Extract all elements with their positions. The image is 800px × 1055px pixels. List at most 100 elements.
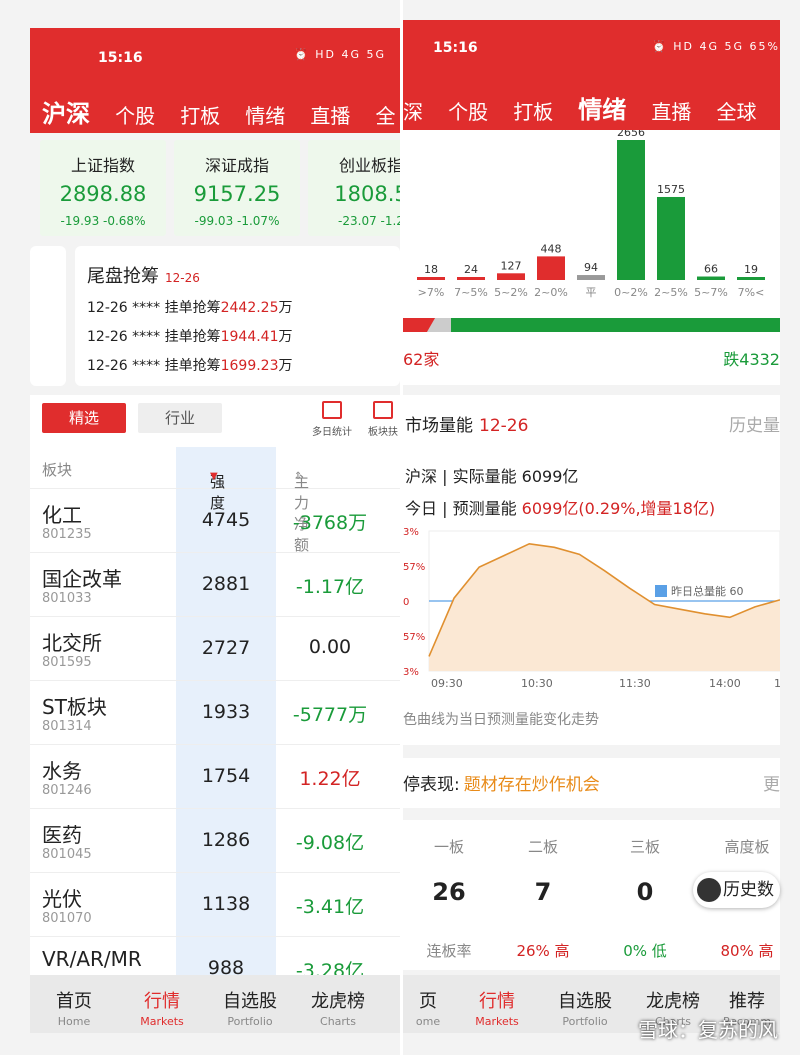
nav-tab-sentiment[interactable]: 情绪 [245,100,285,129]
index-name: 上证指数 [70,156,135,175]
left-screenshot: 15:16 ⏰ HD 4G 5G 沪深 个股 打板 情绪 直播 全 上证指数 2… [0,0,400,1055]
bottom-nav: 首页 Home 行情 Markets 自选股 Portfolio 龙虎榜 Charts [30,975,400,1033]
calendar-icon [697,878,721,902]
bar-category-label: 5~7% [694,286,728,299]
y-tick-label: 57% [403,562,425,573]
y-tick-label: 57% [403,632,425,643]
col-sector: 板块 [42,461,73,479]
table-row[interactable]: 化工 801235 4745 -3768万 [30,489,400,553]
nav-tab-live[interactable]: 直播 [651,96,691,125]
table-row[interactable]: 北交所 801595 2727 0.00 [30,617,400,681]
sector-name: ST板块 [42,695,107,719]
sector-strength: 2881 [201,573,251,595]
index-card-shanghai[interactable]: 上证指数 2898.88 -19.93 -0.68% [40,140,166,236]
right-screenshot: 15:16 ⏰ HD 4G 5G 65% 深 个股 打板 情绪 直播 全球 18… [403,0,800,1055]
bar [577,275,605,280]
index-change: -23.07 -1.2 [338,214,400,228]
nav-tab-stock[interactable]: 个股 [448,96,488,125]
limit-label: 停表现: [403,775,460,795]
history-button[interactable]: 历史数 [693,872,780,908]
index-card-chinext[interactable]: 创业板指 1808.5 -23.07 -1.2 [308,140,400,236]
nav-tab-daban[interactable]: 打板 [180,100,220,129]
bottom-tab-portfolio[interactable]: 自选股 Portfolio [541,975,629,1028]
sector-strength: 2727 [201,637,251,659]
tab-industry[interactable]: 行业 [138,403,222,433]
bar [737,277,765,280]
grid-value-1: 26 [432,878,466,906]
status-icons: ⏰ HD 4G 5G 65% [652,40,780,53]
sector-name: VR/AR/MR [42,947,142,971]
sector-name: 光伏 [42,887,82,911]
bar-category-label: 平 [586,286,597,299]
bar-value-label: 1575 [657,183,685,196]
nav-tab-hushen[interactable]: 沪深 [42,94,90,129]
watermark: 雪球：复苏的风 [638,1018,778,1042]
sector-table: 板块 强度 ▼ 主力净额 ⇕ 化工 801235 4745 -3768万 国企改革 8… [30,447,400,1001]
bar-value-label: 448 [541,242,562,255]
limit-more-link[interactable]: 更 [763,770,780,795]
sector-strength: 1754 [201,765,251,787]
tail-grab-card[interactable]: 尾盘抢筹 12-26 12-26 **** 挂单抢筹2442.25万 12-26 … [75,246,400,386]
sector-support-button[interactable]: 板块扶 [368,401,398,438]
grid-value-2: 7 [534,878,552,906]
rate-4: 80% 高 [720,942,774,960]
up-down-ratio-bar [403,318,780,332]
bar [497,273,525,280]
bottom-tab-markets[interactable]: 行情 Markets [453,975,541,1028]
x-tick-label: 14:00 [709,677,741,690]
bottom-tab-home[interactable]: 首页 Home [30,975,118,1028]
sector-code: 801235 [42,527,92,542]
index-card-shenzhen[interactable]: 深证成指 9157.25 -99.03 -1.07% [174,140,300,236]
rate-3: 0% 低 [623,942,667,960]
nav-tab-global[interactable]: 全球 [716,96,756,125]
energy-history-link[interactable]: 历史量 [729,411,780,436]
table-row[interactable]: 国企改革 801033 2881 -1.17亿 [30,553,400,617]
prev-card-stub[interactable] [30,246,66,386]
grid-header-3: 三板 [629,838,660,856]
index-name: 创业板指 [338,156,400,175]
table-row[interactable]: ST板块 801314 1933 -5777万 [30,681,400,745]
sort-desc-icon: ▼ [210,471,218,482]
tab-selected[interactable]: 精选 [42,403,126,433]
sector-name: 水务 [42,759,82,783]
bottom-tab-charts[interactable]: 龙虎榜 Charts [294,975,382,1028]
table-row[interactable]: 水务 801246 1754 1.22亿 [30,745,400,809]
index-value: 1808.5 [334,182,400,206]
bar [617,140,645,280]
grid-header-2: 二板 [527,838,558,856]
sector-netflow: -1.17亿 [295,576,365,598]
bottom-tab-home[interactable]: 页 ome [403,975,453,1028]
bar-category-label: 2~0% [534,286,568,299]
sector-netflow: -3.41亿 [295,896,365,918]
nav-tab-global[interactable]: 全 [375,100,395,129]
sector-strength: 1138 [201,893,251,915]
x-tick-label: 11:30 [619,677,651,690]
table-row[interactable]: 医药 801045 1286 -9.08亿 [30,809,400,873]
index-change: -99.03 -1.07% [194,214,280,228]
nav-tab-sentiment[interactable]: 情绪 [578,90,626,125]
bar-value-label: 94 [584,261,598,274]
sort-icon: ⇕ [294,471,303,482]
market-energy-card: 市场量能 12-26 历史量 沪深 | 实际量能 6099亿 今日 | 预测量能 … [403,395,780,745]
bottom-tab-markets[interactable]: 行情 Markets [118,975,206,1028]
sector-code: 801045 [42,847,92,862]
sector-name: 医药 [42,823,82,847]
bottom-tab-portfolio[interactable]: 自选股 Portfolio [206,975,294,1028]
nav-tab-daban[interactable]: 打板 [513,96,553,125]
bar-value-label: 127 [501,259,522,272]
sector-code: 801033 [42,591,92,606]
index-value: 2898.88 [59,182,147,206]
layers-icon [373,401,393,419]
grid-header-4: 高度板 [724,838,770,856]
distribution-bars: 18 >7% 24 7~5% 127 5~2% 448 2~0% 94 平 2656 0~2% 1575… [417,126,765,299]
predicted-energy: 今日 | 预测量能 6099亿(0.29%,增量18亿) [405,499,716,518]
grid-value-3: 0 [636,878,654,906]
multi-day-stats-button[interactable]: 多日统计 [312,401,352,438]
nav-tab-stock[interactable]: 个股 [115,100,155,129]
y-tick-label: 0 [403,597,409,608]
nav-tab-hushen[interactable]: 深 [403,96,423,125]
energy-area-chart: 3% 57% 0 57% 3% 09:30 10:30 11:30 14:00 1 昨日总量能 60 [403,527,780,690]
nav-tab-live[interactable]: 直播 [310,100,350,129]
table-row[interactable]: 光伏 801070 1138 -3.41亿 [30,873,400,937]
sector-code: 801595 [42,655,92,670]
